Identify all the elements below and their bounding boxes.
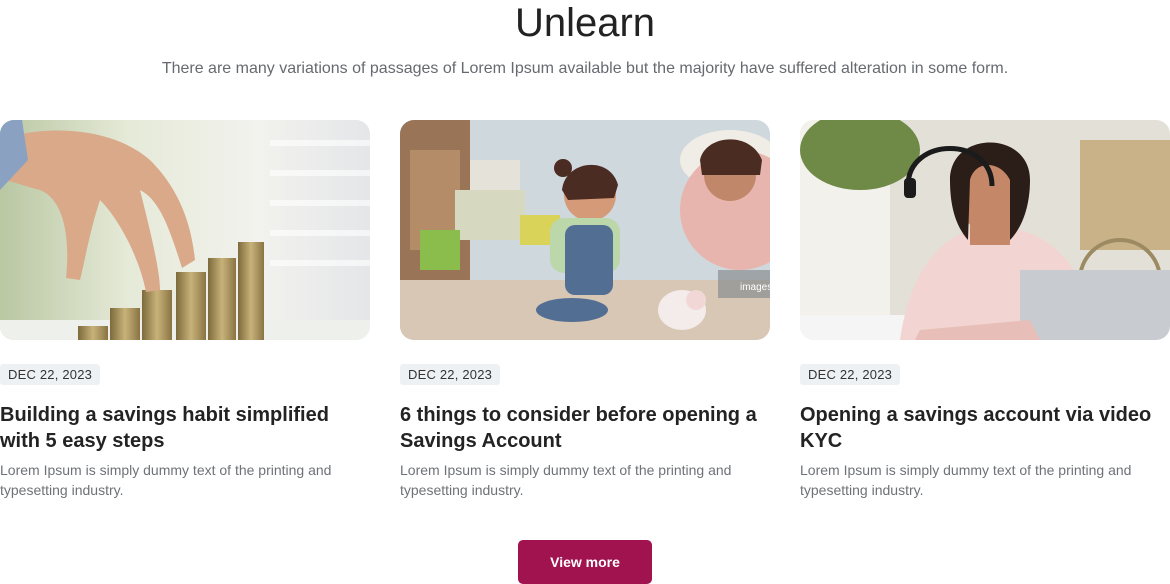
article-card[interactable]: images DEC 22, 2023 6 things to consider… xyxy=(400,120,770,498)
date-badge: DEC 22, 2023 xyxy=(800,364,901,385)
section-title: Unlearn xyxy=(514,1,656,45)
article-image-video-kyc[interactable] xyxy=(800,120,1170,340)
article-image-coins[interactable] xyxy=(0,120,370,340)
article-description: Lorem Ipsum is simply dummy text of the … xyxy=(0,462,332,498)
article-description: Lorem Ipsum is simply dummy text of the … xyxy=(800,462,1132,498)
article-card[interactable]: DEC 22, 2023 Building a savings habit si… xyxy=(0,120,370,498)
article-title[interactable]: Building a savings habit simplified with… xyxy=(0,402,370,454)
article-description: Lorem Ipsum is simply dummy text of the … xyxy=(400,462,732,498)
article-card[interactable]: DEC 22, 2023 Opening a savings account v… xyxy=(800,120,1170,498)
watermark-text: images xyxy=(740,282,770,293)
article-image-family[interactable]: images xyxy=(400,120,770,340)
article-title[interactable]: 6 things to consider before opening a Sa… xyxy=(400,402,770,454)
section-subtitle: There are many variations of passages of… xyxy=(161,60,1009,77)
date-badge: DEC 22, 2023 xyxy=(0,364,101,385)
article-title[interactable]: Opening a savings account via video KYC xyxy=(800,402,1170,454)
view-more-button[interactable]: View more xyxy=(518,540,652,584)
date-badge: DEC 22, 2023 xyxy=(400,364,501,385)
